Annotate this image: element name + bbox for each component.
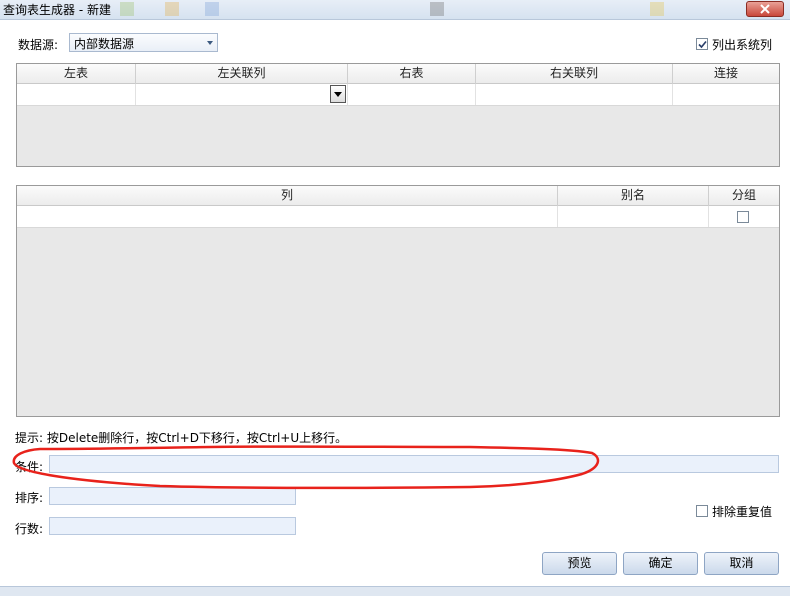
column-header[interactable]: 别名 [558,186,709,206]
column-header[interactable]: 左表 [17,64,136,84]
dialog-body: 数据源: 内部数据源 列出系统列 左表 左关联列 右表 右关联列 连接 列 别名… [0,20,790,586]
hint-text: 提示: 按Delete删除行，按Ctrl+D下移行，按Ctrl+U上移行。 [15,431,348,445]
join-grid: 左表 左关联列 右表 右关联列 连接 [16,63,780,167]
close-icon [760,4,770,14]
list-system-columns-label: 列出系统列 [712,38,773,52]
datasource-value: 内部数据源 [74,37,135,51]
preview-button[interactable]: 预览 [542,552,617,575]
group-cell [709,206,779,227]
toolbar-ghost-icon [430,2,444,16]
dropdown-button[interactable] [330,85,346,103]
column-header[interactable]: 连接 [673,64,779,84]
left-table-cell[interactable] [17,84,136,105]
sort-label: 排序: [15,491,44,505]
sort-input[interactable] [49,487,296,505]
column-grid: 列 别名 分组 [16,185,780,417]
chevron-down-icon [334,92,342,97]
column-header[interactable]: 右表 [348,64,476,84]
cancel-button[interactable]: 取消 [704,552,779,575]
title-bar: 查询表生成器 - 新建 [0,0,790,20]
toolbar-ghost-icon [120,2,134,16]
exclude-duplicates-label: 排除重复值 [712,505,773,519]
rows-label: 行数: [15,522,44,536]
list-system-columns-checkbox[interactable] [696,38,708,50]
join-grid-header: 左表 左关联列 右表 右关联列 连接 [17,64,779,84]
close-button[interactable] [746,1,784,17]
condition-label: 条件: [15,460,44,474]
rows-input[interactable] [49,517,296,535]
ok-button[interactable]: 确定 [623,552,698,575]
column-header[interactable]: 左关联列 [136,64,348,84]
datasource-select[interactable]: 内部数据源 [69,33,218,52]
window-title: 查询表生成器 - 新建 [3,3,111,17]
right-table-cell[interactable] [348,84,476,105]
toolbar-ghost-icon [205,2,219,16]
column-header[interactable]: 分组 [709,186,779,206]
toolbar-ghost-icon [165,2,179,16]
toolbar-ghost-icon [650,2,664,16]
column-grid-header: 列 别名 分组 [17,186,779,206]
left-join-column-cell[interactable] [136,84,348,105]
column-header[interactable]: 列 [17,186,558,206]
checkmark-icon [698,40,707,49]
datasource-label: 数据源: [18,38,59,52]
column-cell[interactable] [17,206,558,227]
group-checkbox[interactable] [737,211,749,223]
right-join-column-cell[interactable] [476,84,673,105]
table-row[interactable] [17,206,779,228]
window-bottom-edge [0,586,790,596]
alias-cell[interactable] [558,206,709,227]
column-header[interactable]: 右关联列 [476,64,673,84]
condition-input[interactable] [49,455,779,473]
exclude-duplicates-checkbox[interactable] [696,505,708,517]
table-row[interactable] [17,84,779,106]
join-type-cell[interactable] [673,84,779,105]
chevron-down-icon [207,41,213,45]
